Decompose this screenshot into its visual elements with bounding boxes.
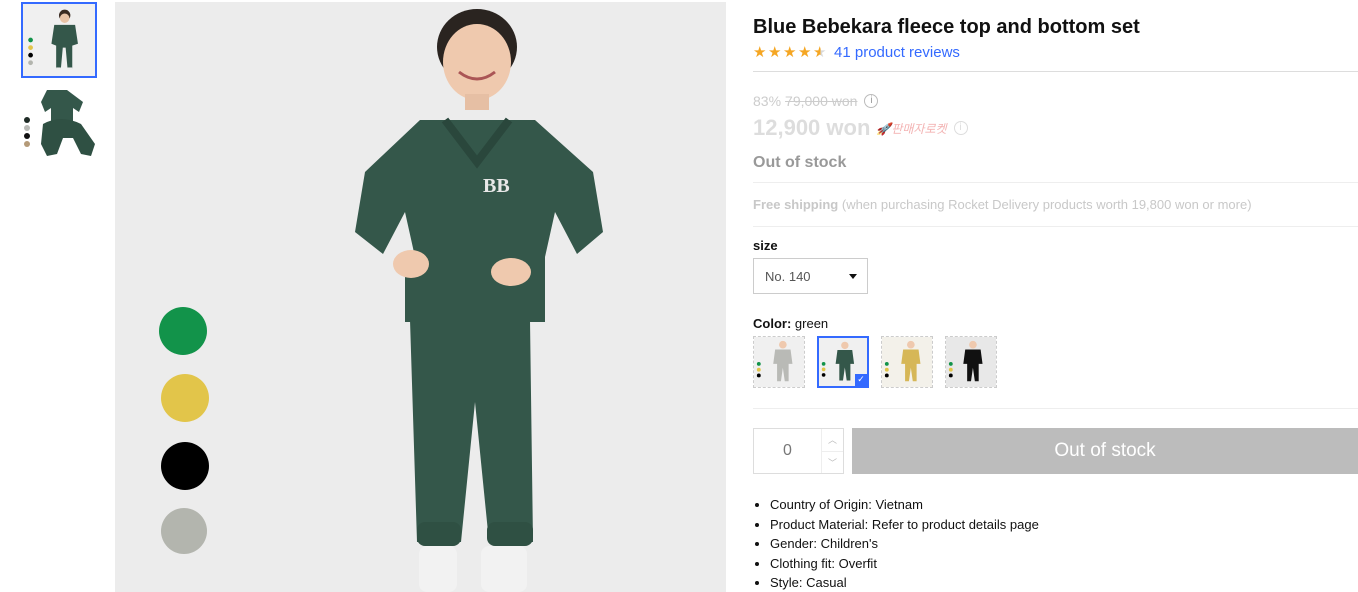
quantity-stepper: 0 ︿ ﹀ — [753, 428, 844, 474]
review-count-link[interactable]: 41 product reviews — [834, 44, 960, 61]
star-icon: ★ — [768, 43, 782, 61]
price-block: 83% 79,000 won i 12,900 won 🚀판매자로켓 i Out… — [753, 92, 1358, 178]
shipping-note: (when purchasing Rocket Delivery product… — [841, 197, 1252, 212]
quantity-arrows: ︿ ﹀ — [821, 429, 843, 473]
sale-price: 12,900 won — [753, 115, 871, 140]
main-color-dot-black — [161, 442, 209, 490]
color-label-title: Color: — [753, 316, 792, 331]
discount-row: 83% 79,000 won i — [753, 92, 1358, 110]
divider — [753, 71, 1358, 72]
thumbnail-1-image — [23, 4, 95, 76]
sale-row: 12,900 won 🚀판매자로켓 i — [753, 115, 1358, 140]
thumbnail-2-image — [21, 84, 97, 160]
color-swatch-yellow[interactable] — [881, 336, 933, 388]
info-icon[interactable]: i — [953, 121, 968, 135]
shipping-info: Free shipping (when purchasing Rocket De… — [753, 183, 1358, 226]
rating-stars: ★ ★ ★ ★ ★ — [753, 44, 828, 60]
main-color-dot-gray — [161, 508, 207, 554]
rating-row: ★ ★ ★ ★ ★ 41 product reviews — [753, 41, 1358, 63]
product-page: BB Blue Bebekara fleece top and bottom s… — [0, 0, 1358, 592]
size-select[interactable]: No. 140 — [753, 258, 868, 294]
discount-percent: 83% — [753, 93, 782, 109]
attribute-item: Clothing fit: Overfit — [770, 554, 1358, 574]
size-select-value: No. 140 — [765, 268, 811, 284]
swatch-gray-image — [754, 337, 804, 387]
swatch-yellow-image — [882, 337, 932, 387]
star-icon: ★ — [798, 43, 812, 61]
attribute-item: Product Material: Refer to product detai… — [770, 515, 1358, 535]
purchase-row: 0 ︿ ﹀ Out of stock — [753, 428, 1358, 474]
color-swatches: ✓ — [753, 336, 1358, 388]
attribute-item: Style: Casual — [770, 573, 1358, 592]
stock-status: Out of stock — [753, 154, 847, 171]
main-product-image[interactable]: BB — [115, 2, 726, 592]
divider — [753, 226, 1358, 227]
thumbnail-2[interactable] — [21, 84, 97, 160]
original-price: 79,000 won — [785, 93, 858, 109]
attribute-item: Gender: Children's — [770, 534, 1358, 554]
main-color-dot-green — [159, 307, 207, 355]
thumbnail-list — [21, 2, 99, 166]
svg-text:BB: BB — [483, 175, 510, 197]
out-of-stock-button[interactable]: Out of stock — [852, 428, 1358, 474]
color-swatch-green[interactable]: ✓ — [817, 336, 869, 388]
quantity-input[interactable]: 0 — [754, 429, 821, 473]
rocket-badge: 🚀판매자로켓 — [876, 121, 947, 136]
chevron-down-icon — [849, 273, 857, 279]
star-icon: ★ — [783, 43, 797, 61]
swatch-black-image — [946, 337, 996, 387]
divider — [753, 408, 1358, 409]
main-product-illustration: BB — [115, 2, 726, 592]
thumbnail-1[interactable] — [21, 2, 97, 78]
star-icon: ★ — [753, 43, 767, 61]
chevron-down-icon[interactable]: ﹀ — [822, 452, 843, 474]
product-attributes: Country of Origin: Vietnam Product Mater… — [753, 495, 1358, 592]
check-icon: ✓ — [855, 374, 867, 386]
color-swatch-black[interactable] — [945, 336, 997, 388]
color-label: Color: green — [753, 316, 1358, 334]
product-info: Blue Bebekara fleece top and bottom set … — [753, 14, 1358, 592]
main-color-dot-yellow — [161, 374, 209, 422]
color-selected-value: green — [794, 316, 829, 331]
attribute-item: Country of Origin: Vietnam — [770, 495, 1358, 515]
half-star-icon: ★ — [813, 43, 827, 61]
color-swatch-gray[interactable] — [753, 336, 805, 388]
chevron-up-icon[interactable]: ︿ — [822, 429, 843, 452]
size-label: size — [753, 238, 778, 253]
rocket-badge-label: 판매자로켓 — [891, 121, 947, 136]
info-icon[interactable]: i — [864, 94, 879, 108]
shipping-free: Free shipping — [753, 197, 839, 212]
product-title: Blue Bebekara fleece top and bottom set — [753, 16, 1140, 38]
